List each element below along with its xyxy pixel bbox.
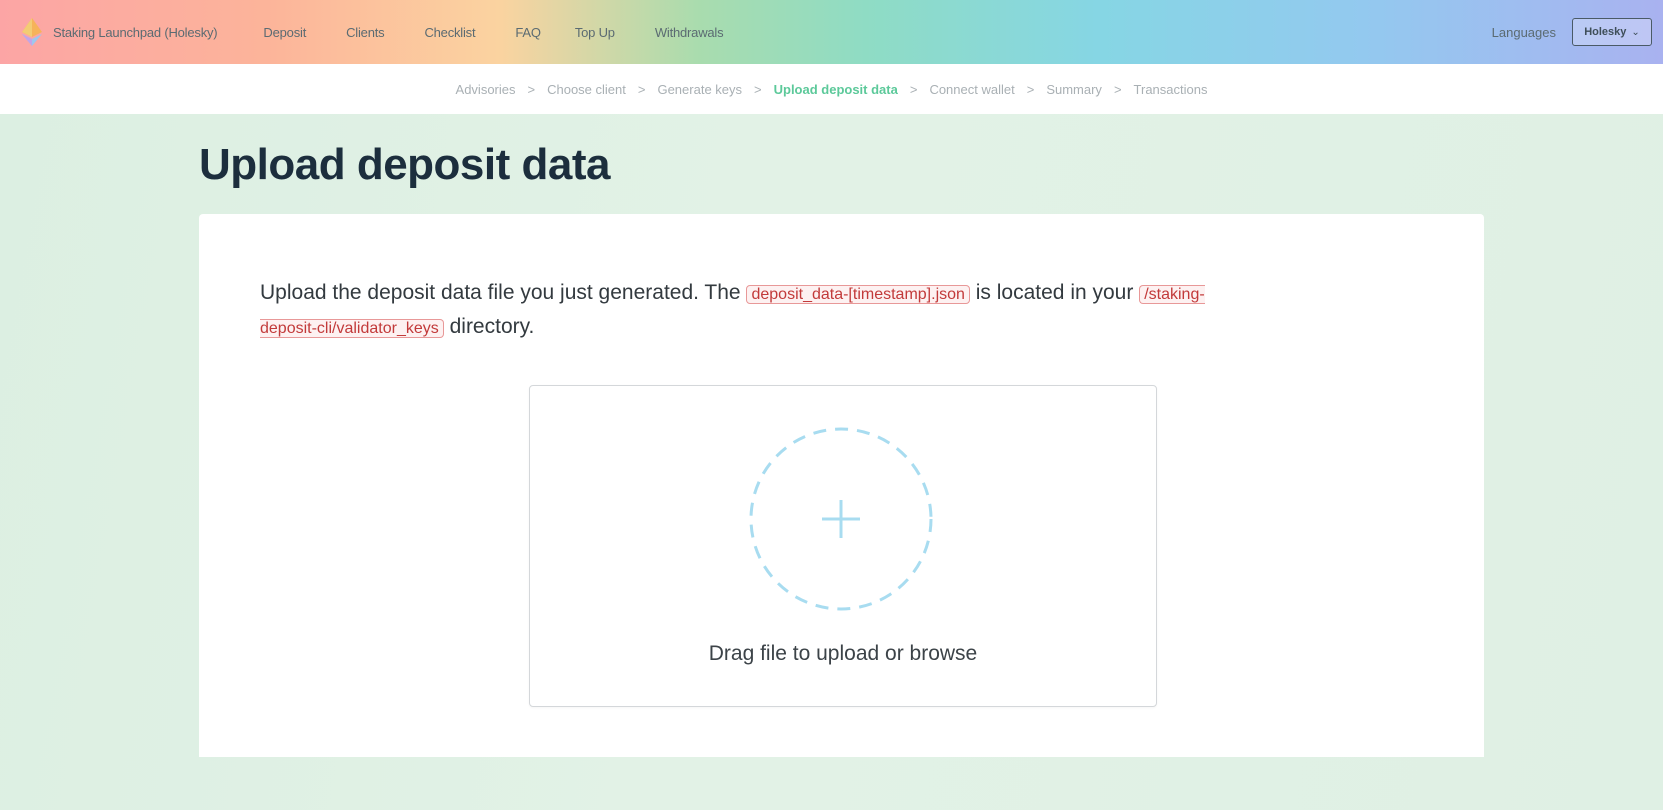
network-select-value: Holesky xyxy=(1584,26,1627,38)
chevron-down-icon: ⌄ xyxy=(1631,26,1640,38)
brand-link[interactable]: Staking Launchpad (Holesky) xyxy=(22,18,218,46)
upload-instructions: Upload the deposit data file you just ge… xyxy=(260,277,1220,345)
header-right: Languages Holesky ⌄ xyxy=(1492,18,1652,46)
brand-title: Staking Launchpad (Holesky) xyxy=(53,24,218,40)
chevron-right-icon: > xyxy=(527,81,536,97)
instruction-text: directory. xyxy=(449,315,535,338)
instruction-text: Upload the deposit data file you just ge… xyxy=(260,281,741,304)
chevron-right-icon: > xyxy=(754,81,762,97)
nav-clients[interactable]: Clients xyxy=(346,25,385,40)
network-select[interactable]: Holesky ⌄ xyxy=(1572,18,1652,46)
step-upload-deposit-data[interactable]: Upload deposit data xyxy=(774,82,898,97)
nav-faq[interactable]: FAQ xyxy=(515,25,541,40)
languages-link[interactable]: Languages xyxy=(1492,25,1556,40)
step-summary[interactable]: Summary xyxy=(1046,82,1102,97)
progress-steps: Advisories > Choose client > Generate ke… xyxy=(0,64,1663,114)
dropzone-label: Drag file to upload or browse xyxy=(708,642,978,665)
file-dropzone[interactable]: Drag file to upload or browse xyxy=(529,385,1157,707)
page-title: Upload deposit data xyxy=(199,140,610,189)
filename-code: deposit_data-[timestamp].json xyxy=(746,285,970,304)
step-transactions[interactable]: Transactions xyxy=(1134,82,1208,97)
upload-circle[interactable] xyxy=(749,427,933,611)
step-generate-keys[interactable]: Generate keys xyxy=(657,82,742,97)
nav-deposit[interactable]: Deposit xyxy=(263,25,306,40)
ethereum-icon xyxy=(22,18,42,46)
plus-icon xyxy=(822,500,860,538)
nav-withdrawals[interactable]: Withdrawals xyxy=(655,25,724,40)
step-choose-client[interactable]: Choose client xyxy=(547,82,626,97)
nav-checklist[interactable]: Checklist xyxy=(424,25,475,40)
step-advisories[interactable]: Advisories xyxy=(456,82,516,97)
instruction-text: is located in your xyxy=(975,281,1134,304)
upload-card: Upload the deposit data file you just ge… xyxy=(199,214,1484,757)
chevron-right-icon: > xyxy=(1113,81,1122,97)
chevron-right-icon: > xyxy=(1026,81,1035,97)
top-nav-bar: Staking Launchpad (Holesky) Deposit Clie… xyxy=(0,0,1663,64)
nav-top-up[interactable]: Top Up xyxy=(575,25,615,40)
step-connect-wallet[interactable]: Connect wallet xyxy=(929,82,1014,97)
chevron-right-icon: > xyxy=(909,81,918,97)
main-nav: Deposit Clients Checklist FAQ Top Up Wit… xyxy=(263,25,763,40)
chevron-right-icon: > xyxy=(637,81,646,97)
